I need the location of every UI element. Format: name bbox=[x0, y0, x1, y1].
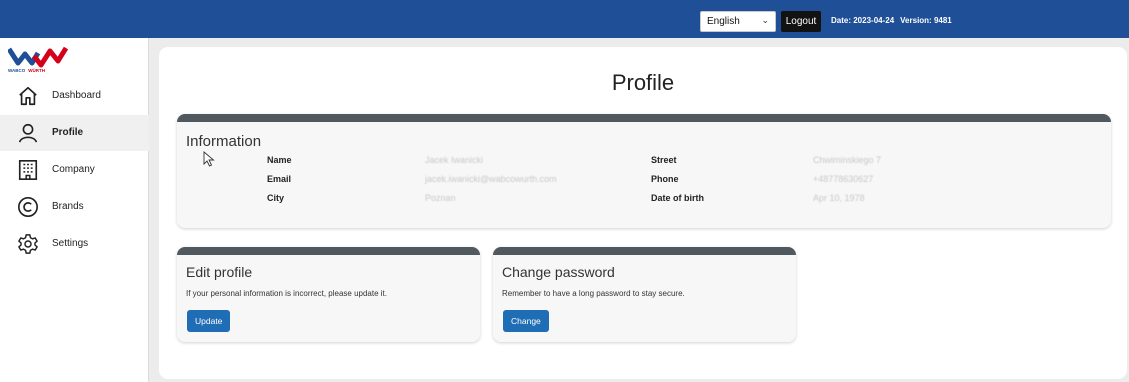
chevron-down-icon: ⌄ bbox=[761, 15, 769, 25]
name-value: Jacek Iwanicki bbox=[425, 155, 484, 165]
sidebar-item-label: Company bbox=[52, 164, 95, 175]
card-header-bar bbox=[177, 114, 1111, 122]
logo-text: WABCO WÜRTH bbox=[8, 68, 45, 73]
user-icon bbox=[18, 123, 38, 143]
date-label: Date: 2023-04-24 bbox=[831, 16, 895, 25]
change-password-title: Change password bbox=[502, 264, 615, 280]
change-button[interactable]: Change bbox=[503, 310, 549, 332]
top-bar: English ⌄ Logout Date: 2023-04-24 Version… bbox=[0, 0, 1129, 38]
copyright-icon bbox=[18, 197, 38, 217]
main-content: Profile Information Name Jacek Iwanicki … bbox=[159, 47, 1127, 379]
mouse-cursor-icon bbox=[203, 151, 215, 167]
building-icon bbox=[18, 160, 38, 180]
dob-value: Apr 10, 1978 bbox=[813, 193, 865, 203]
sidebar-item-label: Settings bbox=[52, 238, 89, 249]
home-icon bbox=[19, 86, 37, 106]
logo-mark-icon bbox=[6, 46, 69, 68]
city-value: Poznan bbox=[425, 193, 456, 203]
version-info: Date: 2023-04-24 Version: 9481 bbox=[831, 16, 952, 25]
sidebar-item-label: Dashboard bbox=[52, 90, 101, 101]
city-label: City bbox=[267, 193, 285, 203]
language-select[interactable]: English ⌄ bbox=[700, 11, 776, 32]
change-password-card: Change password Remember to have a long … bbox=[493, 247, 796, 342]
information-card: Information Name Jacek Iwanicki Email ja… bbox=[177, 114, 1111, 228]
edit-profile-description: If your personal information is incorrec… bbox=[186, 289, 387, 298]
change-password-description: Remember to have a long password to stay… bbox=[502, 289, 685, 298]
page-title: Profile bbox=[611, 70, 675, 95]
logout-button[interactable]: Logout bbox=[781, 11, 821, 32]
gear-icon bbox=[18, 234, 38, 254]
edit-profile-title: Edit profile bbox=[186, 264, 253, 280]
street-label: Street bbox=[651, 155, 677, 165]
sidebar-item-dashboard[interactable]: Dashboard bbox=[0, 78, 149, 114]
company-logo[interactable]: WABCO WÜRTH bbox=[6, 44, 69, 78]
edit-profile-card: Edit profile If your personal informatio… bbox=[177, 247, 480, 342]
card-header-bar bbox=[493, 247, 796, 255]
version-label: Version: 9481 bbox=[900, 16, 952, 25]
sidebar-item-brands[interactable]: Brands bbox=[0, 189, 149, 225]
information-title: Information bbox=[186, 133, 262, 150]
language-value: English bbox=[707, 16, 740, 27]
sidebar-item-profile[interactable]: Profile bbox=[0, 115, 149, 151]
name-label: Name bbox=[267, 155, 292, 165]
sidebar-item-label: Brands bbox=[52, 201, 84, 212]
sidebar-item-label: Profile bbox=[52, 127, 84, 138]
email-value: jacek.iwanicki@wabcowurth.com bbox=[425, 174, 557, 184]
dob-label: Date of birth bbox=[651, 193, 704, 203]
email-label: Email bbox=[267, 174, 292, 184]
phone-value: +48778630627 bbox=[813, 174, 874, 184]
phone-label: Phone bbox=[651, 174, 679, 184]
street-value: Chwiminskiego 7 bbox=[813, 155, 882, 165]
update-button[interactable]: Update bbox=[187, 310, 231, 332]
sidebar-item-company[interactable]: Company bbox=[0, 152, 149, 188]
sidebar: WABCO WÜRTH Dashboard Profile Company Bra… bbox=[0, 38, 149, 382]
sidebar-item-settings[interactable]: Settings bbox=[0, 226, 149, 262]
card-header-bar bbox=[177, 247, 480, 255]
